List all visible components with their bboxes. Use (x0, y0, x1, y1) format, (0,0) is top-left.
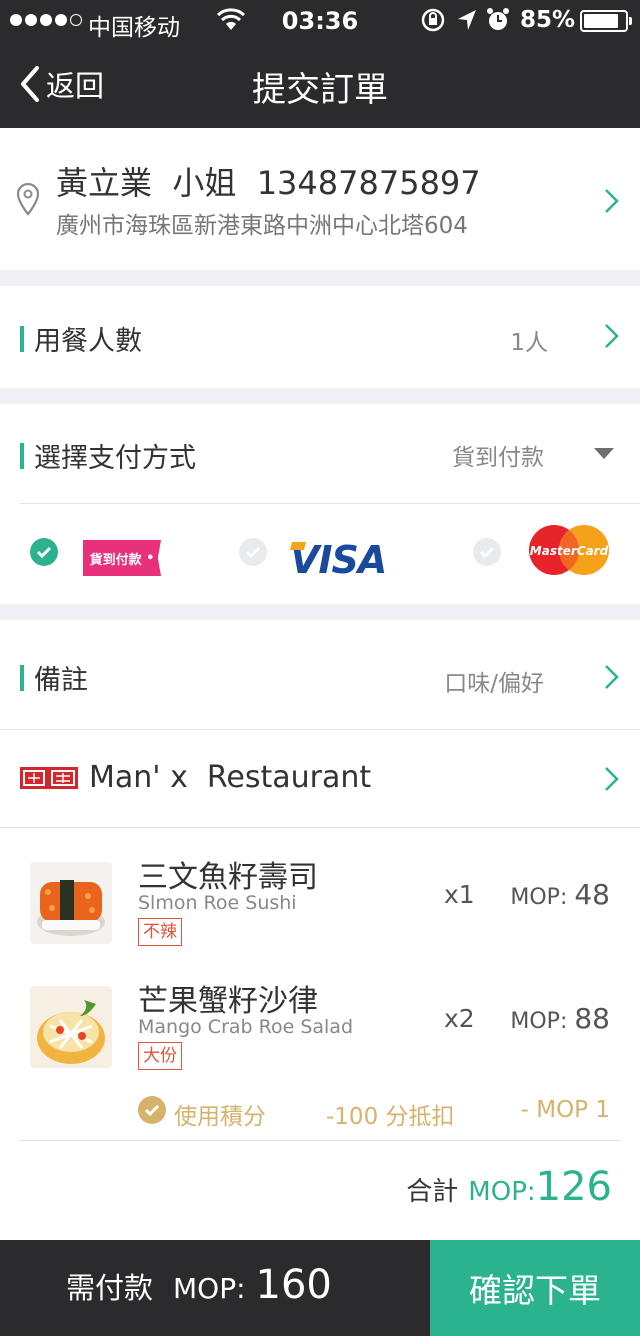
checkout-bar: 需付款 MOP: 160 確認下單 (0, 1240, 640, 1336)
payment-option-visa[interactable]: VISA (230, 524, 410, 582)
mastercard-logo: MasterCard (529, 525, 609, 575)
cod-logo: 貨到付款 • (83, 540, 161, 576)
status-bar: 中国移动 03:36 85% (0, 0, 640, 42)
total-label: 合計 (406, 1177, 459, 1207)
divider (20, 1140, 620, 1141)
nav-bar: 返回 提交訂單 (0, 42, 640, 128)
amount-due-label: 需付款 (66, 1271, 154, 1305)
restaurant-logo (20, 767, 78, 789)
check-icon (30, 538, 58, 566)
check-icon (473, 538, 501, 566)
remarks-label: 備註 (34, 665, 88, 696)
location-arrow-icon (458, 10, 476, 30)
check-icon (239, 538, 267, 566)
chevron-right-icon (605, 324, 619, 348)
remarks-placeholder: 口味/偏好 (444, 671, 544, 697)
payment-option-mastercard[interactable]: MasterCard (460, 524, 630, 580)
remarks-row[interactable]: 備註 口味/偏好 (0, 620, 640, 730)
dish-name: 三文魚籽壽司 (138, 860, 318, 895)
divider (0, 827, 640, 828)
confirm-order-button[interactable]: 確認下單 (430, 1240, 640, 1336)
dish-price: MOP: 48 (510, 878, 610, 911)
chevron-right-icon (605, 189, 619, 213)
dish-name-en: Slmon Roe Sushi (138, 892, 297, 914)
address-panel[interactable]: 黃立業 小姐 13487875897 廣州市海珠區新港東路中洲中心北塔604 (0, 128, 640, 270)
battery-percentage: 85% (520, 7, 576, 33)
alarm-icon (487, 8, 509, 30)
contact-info: 黃立業 小姐 13487875897 (56, 164, 481, 202)
restaurant-row[interactable]: Man' x Restaurant (0, 730, 640, 828)
list-item: 芒果蟹籽沙律 Mango Crab Roe Salad 大份 x2 MOP: 8… (0, 976, 640, 1076)
svg-text:MasterCard: MasterCard (530, 544, 609, 558)
diners-label: 用餐人數 (34, 326, 142, 357)
payment-option-cod[interactable]: 貨到付款 • (0, 524, 200, 580)
section-marker (20, 442, 24, 469)
visa-logo: VISA (290, 538, 387, 582)
rotation-lock-icon (421, 8, 445, 32)
dish-quantity: x1 (444, 880, 475, 909)
divider (20, 503, 640, 504)
points-check-icon[interactable] (138, 1096, 166, 1124)
payment-panel: 選擇支付方式 貨到付款 貨到付款 • VISA MasterCard (0, 404, 640, 604)
use-points-toggle[interactable]: 使用積分 (174, 1097, 266, 1131)
dish-tag: 大份 (138, 1042, 182, 1070)
diners-value: 1人 (510, 330, 548, 356)
diners-row[interactable]: 用餐人數 1人 (0, 286, 640, 388)
points-row: 使用積分 -100 分抵扣 - MOP 1 (0, 1096, 640, 1131)
dish-price: MOP: 88 (510, 1002, 610, 1035)
amount-due-value: 160 (255, 1262, 332, 1308)
amount-due: 需付款 MOP: 160 (66, 1262, 332, 1308)
points-discount-amount: - MOP 1 (520, 1097, 610, 1123)
caret-down-icon (594, 448, 614, 459)
dish-name-en: Mango Crab Roe Salad (138, 1016, 354, 1038)
location-pin-icon (16, 182, 40, 216)
points-deduction: -100 分抵扣 (326, 1104, 455, 1130)
restaurant-name: Man' x Restaurant (89, 760, 372, 795)
address-line: 廣州市海珠區新港東路中洲中心北塔604 (56, 213, 468, 239)
dish-tag: 不辣 (138, 918, 182, 946)
total-amount: 126 (535, 1164, 612, 1210)
section-marker (20, 325, 24, 352)
chevron-right-icon (605, 665, 619, 689)
payment-method-dropdown[interactable]: 貨到付款 (416, 438, 616, 471)
dish-name: 芒果蟹籽沙律 (138, 984, 318, 1019)
order-total: 合計 MOP: 126 (406, 1164, 612, 1210)
amount-due-currency: MOP: (173, 1272, 246, 1305)
section-marker (20, 664, 24, 691)
payment-label: 選擇支付方式 (34, 443, 196, 474)
chevron-right-icon (605, 767, 619, 791)
dish-quantity: x2 (444, 1004, 475, 1033)
total-currency: MOP: (468, 1177, 536, 1207)
list-item: 三文魚籽壽司 Slmon Roe Sushi 不辣 x1 MOP: 48 (0, 852, 640, 952)
payment-selected-value: 貨到付款 (452, 445, 544, 471)
dish-image (30, 986, 112, 1068)
dish-image (30, 862, 112, 944)
battery-level (584, 14, 618, 28)
battery-icon (580, 10, 632, 32)
page-title: 提交訂單 (252, 70, 388, 110)
